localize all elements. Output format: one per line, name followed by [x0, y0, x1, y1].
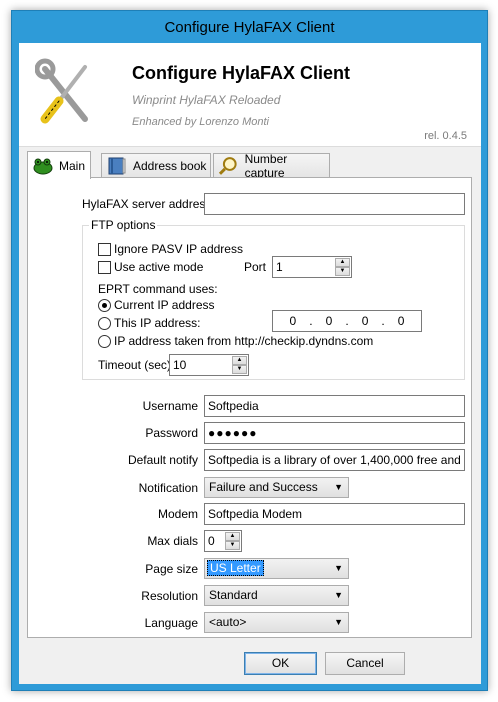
timeout-input[interactable]: 10 ▲ ▼ — [169, 354, 249, 376]
spin-up-icon[interactable]: ▲ — [225, 532, 240, 541]
tab-number-capture[interactable]: Number capture — [213, 152, 330, 180]
radio-current-ip-label: Current IP address — [114, 298, 215, 312]
ip-octet-2: 0 — [325, 314, 333, 328]
ip-octet-4: 0 — [397, 314, 405, 328]
radio-checkip[interactable]: IP address taken from http://checkip.dyn… — [98, 334, 373, 348]
password-input[interactable]: ●●●●●● — [204, 422, 465, 444]
ip-octet-1: 0 — [289, 314, 297, 328]
notification-select[interactable]: Failure and Success ▼ — [204, 477, 349, 498]
default-notify-input[interactable]: Softpedia is a library of over 1,400,000… — [204, 449, 465, 471]
max-dials-label: Max dials — [147, 534, 198, 548]
release-version: rel. 0.4.5 — [424, 130, 467, 142]
ftp-options-group: FTP options Ignore PASV IP address Use a… — [82, 218, 465, 380]
port-label: Port — [244, 260, 267, 274]
radio-dot — [98, 316, 111, 330]
window-title: Configure HylaFAX Client — [164, 19, 335, 36]
tools-icon — [35, 58, 88, 124]
chevron-down-icon: ▼ — [334, 563, 343, 573]
notification-label: Notification — [138, 481, 198, 495]
spin-up-icon[interactable]: ▲ — [335, 258, 350, 267]
default-notify-label: Default notify — [127, 453, 198, 467]
language-label: Language — [144, 616, 198, 630]
dialog-window: Configure HylaFAX Client Configure HylaF… — [11, 10, 488, 691]
modem-label: Modem — [157, 507, 198, 521]
dialog-client: Configure HylaFAX Client Winprint HylaFA… — [19, 43, 481, 684]
ip-address-input[interactable]: 0 . 0 . 0 . 0 — [272, 310, 422, 332]
chevron-down-icon: ▼ — [334, 482, 343, 492]
main-tab-panel: HylaFAX server address FTP options Ignor… — [27, 177, 472, 638]
ignore-pasv-label: Ignore PASV IP address — [114, 242, 243, 256]
port-spinner[interactable]: ▲ ▼ — [335, 258, 350, 276]
ip-dot: . — [345, 314, 349, 328]
header-title: Configure HylaFAX Client — [132, 63, 351, 83]
radio-this-ip[interactable]: This IP address: — [98, 316, 200, 330]
tab-number-capture-label: Number capture — [244, 152, 288, 180]
spin-down-icon[interactable]: ▼ — [335, 267, 350, 276]
ip-dot: . — [309, 314, 313, 328]
resolution-label: Resolution — [141, 589, 198, 603]
book-icon — [108, 157, 126, 175]
timeout-spinner[interactable]: ▲ ▼ — [232, 356, 247, 374]
active-mode-checkbox[interactable]: Use active mode — [98, 260, 203, 274]
tab-address-book[interactable]: Address book — [101, 153, 211, 178]
timeout-value: 10 — [173, 358, 187, 372]
page-size-label: Page size — [145, 562, 198, 576]
radio-checkip-label: IP address taken from http://checkip.dyn… — [114, 334, 374, 348]
port-value: 1 — [276, 260, 283, 274]
page-size-select[interactable]: US Letter ▼ — [204, 558, 349, 579]
tab-main-label: Main — [59, 158, 86, 173]
username-label: Username — [142, 399, 198, 413]
ok-button[interactable]: OK — [244, 652, 317, 675]
max-dials-input[interactable]: 0 ▲ ▼ — [204, 530, 242, 552]
radio-dot — [98, 334, 111, 348]
chevron-down-icon: ▼ — [334, 590, 343, 600]
radio-this-ip-label: This IP address: — [114, 316, 201, 330]
username-input[interactable]: Softpedia — [204, 395, 465, 417]
page-size-value: US Letter — [207, 560, 264, 576]
timeout-label: Timeout (sec) — [98, 358, 171, 372]
resolution-select[interactable]: Standard ▼ — [204, 585, 349, 606]
ftp-options-title: FTP options — [89, 218, 158, 232]
eprt-label: EPRT command uses: — [98, 282, 218, 296]
port-input[interactable]: 1 ▲ ▼ — [272, 256, 352, 278]
spin-down-icon[interactable]: ▼ — [232, 365, 247, 374]
radio-dot — [98, 298, 111, 312]
ip-octet-3: 0 — [361, 314, 369, 328]
modem-input[interactable]: Softpedia Modem — [204, 503, 465, 525]
max-dials-spinner[interactable]: ▲ ▼ — [225, 532, 240, 550]
resolution-value: Standard — [209, 588, 258, 602]
checkbox-box — [98, 260, 111, 274]
server-address-input[interactable] — [204, 193, 465, 215]
checkbox-box — [98, 242, 111, 256]
header-subtitle: Winprint HylaFAX Reloaded — [132, 93, 281, 107]
cancel-button[interactable]: Cancel — [325, 652, 405, 675]
tab-address-book-label: Address book — [133, 159, 207, 173]
ignore-pasv-checkbox[interactable]: Ignore PASV IP address — [98, 242, 243, 256]
language-select[interactable]: <auto> ▼ — [204, 612, 349, 633]
title-bar[interactable]: Configure HylaFAX Client — [12, 11, 487, 43]
header-banner: Configure HylaFAX Client Winprint HylaFA… — [19, 43, 481, 147]
spin-down-icon[interactable]: ▼ — [225, 541, 240, 550]
ip-dot: . — [381, 314, 385, 328]
radio-current-ip[interactable]: Current IP address — [98, 298, 215, 312]
spin-up-icon[interactable]: ▲ — [232, 356, 247, 365]
header-author: Enhanced by Lorenzo Monti — [132, 116, 269, 128]
chevron-down-icon: ▼ — [334, 617, 343, 627]
server-address-label: HylaFAX server address — [82, 197, 212, 211]
max-dials-value: 0 — [208, 534, 215, 548]
active-mode-label: Use active mode — [114, 260, 204, 274]
password-label: Password — [145, 426, 198, 440]
tab-main[interactable]: Main — [27, 151, 91, 179]
magnifier-icon — [218, 157, 237, 175]
language-value: <auto> — [209, 615, 247, 629]
notification-value: Failure and Success — [209, 480, 318, 494]
frog-icon — [33, 158, 53, 174]
